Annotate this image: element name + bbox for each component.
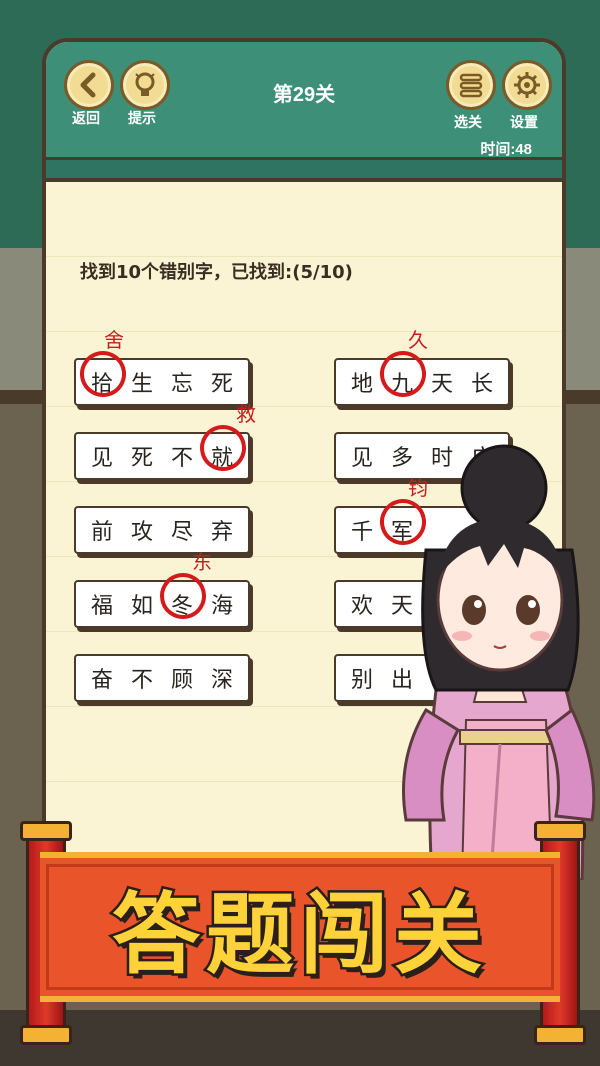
idiom-character[interactable]: 欢 — [343, 588, 381, 620]
idiom-box[interactable]: 奋不顾深 — [74, 654, 250, 702]
idiom-box[interactable]: 见死不就 — [74, 420, 251, 480]
settings-button[interactable] — [502, 60, 552, 110]
idiom-character[interactable]: 拾 — [75, 346, 131, 402]
idiom-character[interactable]: 地 — [343, 366, 381, 398]
correction-character: 救 — [236, 402, 256, 426]
idiom-box[interactable]: 地九天长 — [334, 346, 510, 406]
idiom-box[interactable]: 前攻尽弃 — [74, 506, 250, 554]
idiom-character[interactable]: 弃 — [203, 514, 241, 546]
idiom-character[interactable]: 海 — [203, 588, 241, 620]
girl-character-illustration — [402, 444, 596, 880]
idiom-character[interactable]: 冬 — [155, 568, 211, 624]
idiom-character[interactable]: 死 — [123, 440, 161, 472]
idiom-character[interactable]: 顾 — [163, 662, 201, 694]
idiom-character[interactable]: 九 — [375, 346, 431, 402]
correction-character: 舍 — [104, 328, 124, 352]
gear-icon — [514, 72, 540, 98]
idiom-character[interactable]: 尽 — [163, 514, 201, 546]
background-bottom — [0, 1010, 600, 1066]
hint-label: 提示 — [128, 110, 156, 126]
back-label: 返回 — [72, 110, 100, 126]
timer: 时间:48 — [480, 141, 532, 158]
correction-character: 久 — [408, 328, 428, 352]
idiom-character[interactable]: 奋 — [83, 662, 121, 694]
idiom-character[interactable]: 前 — [83, 514, 121, 546]
idiom-box[interactable]: 福如冬海 — [74, 568, 250, 628]
idiom-character[interactable]: 见 — [343, 440, 381, 472]
idiom-character[interactable]: 就 — [195, 420, 251, 476]
idiom-character[interactable]: 深 — [203, 662, 241, 694]
idiom-character[interactable]: 攻 — [123, 514, 161, 546]
idiom-character[interactable]: 不 — [123, 662, 161, 694]
header-band — [46, 157, 562, 182]
level-select-label: 选关 — [454, 114, 482, 130]
idiom-box[interactable]: 拾生忘死 — [74, 346, 250, 406]
idiom-character[interactable]: 生 — [123, 366, 161, 398]
idiom-character[interactable]: 别 — [343, 662, 381, 694]
banner: 答题闯关 — [40, 852, 560, 1002]
instruction-text: 找到10个错别字，已找到:(5/10) — [80, 262, 353, 283]
idiom-character[interactable]: 福 — [83, 588, 121, 620]
menu-list-icon — [459, 73, 483, 98]
idiom-character[interactable]: 千 — [343, 514, 381, 546]
level-select-button[interactable] — [446, 60, 496, 110]
idiom-character[interactable]: 见 — [83, 440, 121, 472]
idiom-character[interactable]: 长 — [463, 366, 501, 398]
idiom-character[interactable]: 不 — [163, 440, 201, 472]
idiom-character[interactable]: 天 — [423, 366, 461, 398]
settings-label: 设置 — [510, 114, 538, 130]
correction-character: 东 — [192, 550, 212, 574]
idiom-character[interactable]: 如 — [123, 588, 161, 620]
idiom-character[interactable]: 死 — [203, 366, 241, 398]
idiom-character[interactable]: 忘 — [163, 366, 201, 398]
banner-title: 答题闯关 — [109, 880, 488, 988]
